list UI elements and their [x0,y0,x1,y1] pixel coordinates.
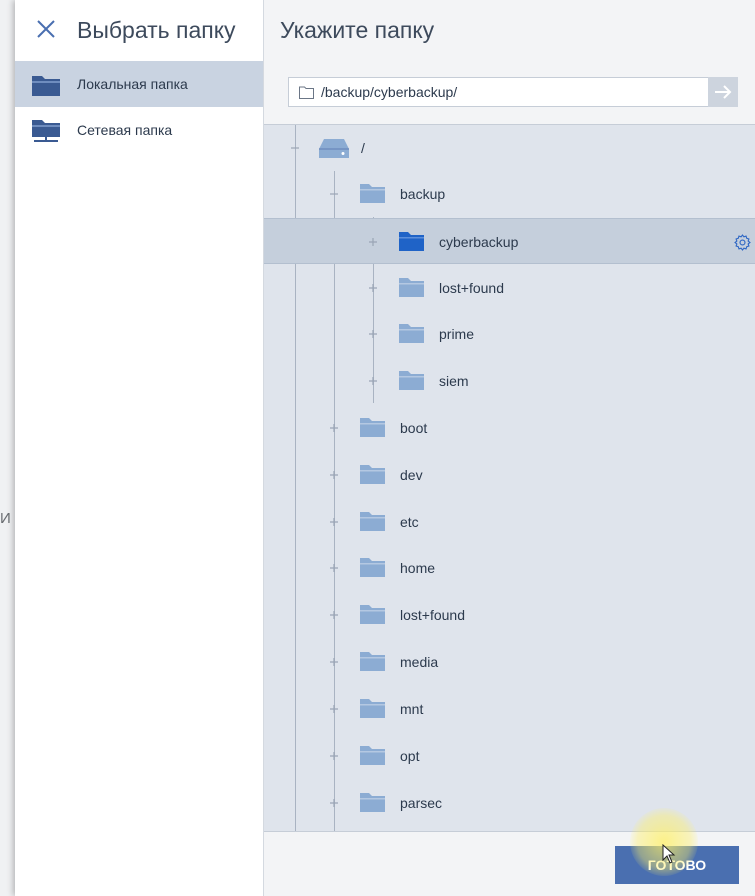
expand-icon[interactable] [329,423,339,433]
folder-label: dev [400,467,423,483]
folder-label: lost+found [400,607,465,623]
close-icon[interactable] [35,18,57,40]
drive-icon [319,139,349,158]
folder-browser-panel: Укажите папку / backup/cyberbackup/ / ba… [264,0,755,896]
folder-icon [360,184,385,203]
panel-title: Укажите папку [280,17,435,43]
background-text: И [0,510,11,527]
nav-item-label: Локальная папка [77,76,188,92]
expand-icon[interactable] [329,751,339,761]
folder-icon [360,512,385,531]
folder-icon [360,793,385,812]
network-folder-icon [32,120,60,142]
gear-icon[interactable] [734,234,751,251]
nav-item-label: Сетевая папка [77,122,173,138]
dialog-title: Выбрать папку [77,17,236,43]
expand-icon[interactable] [329,798,339,808]
folder-label: prime [439,326,475,342]
folder-icon [32,76,60,96]
path-input[interactable] [321,78,701,106]
expand-icon[interactable] [329,563,339,573]
tree-root-label: / [361,140,365,156]
tree-row[interactable]: prime [264,311,755,357]
expand-icon[interactable] [368,376,378,386]
expand-icon[interactable] [329,517,339,527]
tree-row[interactable]: media [264,639,755,685]
folder-icon [399,371,424,390]
collapse-icon[interactable] [329,189,339,199]
folder-icon [399,324,424,343]
folder-icon [360,699,385,718]
tree-row-selected[interactable]: cyberbackup [264,218,755,264]
folder-source-panel: Выбрать папку Локальная папка Сетевая па… [15,0,264,896]
tree-row[interactable]: siem [264,358,755,404]
folder-icon [360,605,385,624]
tree-row[interactable]: backup [264,171,755,217]
folder-icon [399,232,424,251]
tree-row[interactable]: boot [264,405,755,451]
tree-row[interactable]: home [264,545,755,591]
folder-icon [360,465,385,484]
folder-tree: / backup cyberbackup lost+found prime si… [264,124,755,832]
folder-label: lost+found [439,280,504,296]
folder-label: mnt [400,701,424,717]
expand-icon[interactable] [329,610,339,620]
folder-label: parsec [400,795,443,811]
expand-icon[interactable] [329,704,339,714]
tree-row[interactable]: parsec [264,780,755,826]
folder-label: boot [400,420,428,436]
go-button[interactable] [708,77,738,107]
folder-label: siem [439,373,469,389]
folder-label: home [400,560,436,576]
expand-icon[interactable] [329,470,339,480]
dialog-header: Выбрать папку [15,0,263,62]
tree-row[interactable]: etc [264,499,755,545]
path-bar [288,77,710,107]
background-window: И [0,0,15,896]
folder-label: backup [400,186,446,202]
folder-icon [360,652,385,671]
folder-label: etc [400,514,419,530]
tree-root-row[interactable]: / [264,125,755,171]
folder-icon [399,278,424,297]
collapse-icon[interactable] [290,143,300,153]
expand-icon[interactable] [368,329,378,339]
folder-label: media [400,654,439,670]
done-button[interactable]: ГОТОВО [615,846,739,884]
tree-row[interactable]: dev [264,452,755,498]
expand-icon[interactable] [368,237,378,247]
folder-icon [360,558,385,577]
expand-icon[interactable] [329,657,339,667]
expand-icon[interactable] [368,283,378,293]
arrow-right-icon [715,85,732,99]
folder-icon [360,418,385,437]
tree-row[interactable]: opt [264,733,755,779]
tree-row[interactable]: lost+found [264,592,755,638]
folder-label: opt [400,748,420,764]
nav-item-network-folder[interactable]: Сетевая папка [15,107,263,153]
tree-row[interactable]: mnt [264,686,755,732]
tree-row[interactable]: lost+found [264,265,755,311]
nav-item-local-folder[interactable]: Локальная папка [15,61,263,107]
folder-label: cyberbackup [439,234,519,250]
folder-outline-icon [299,86,314,99]
folder-icon [360,746,385,765]
